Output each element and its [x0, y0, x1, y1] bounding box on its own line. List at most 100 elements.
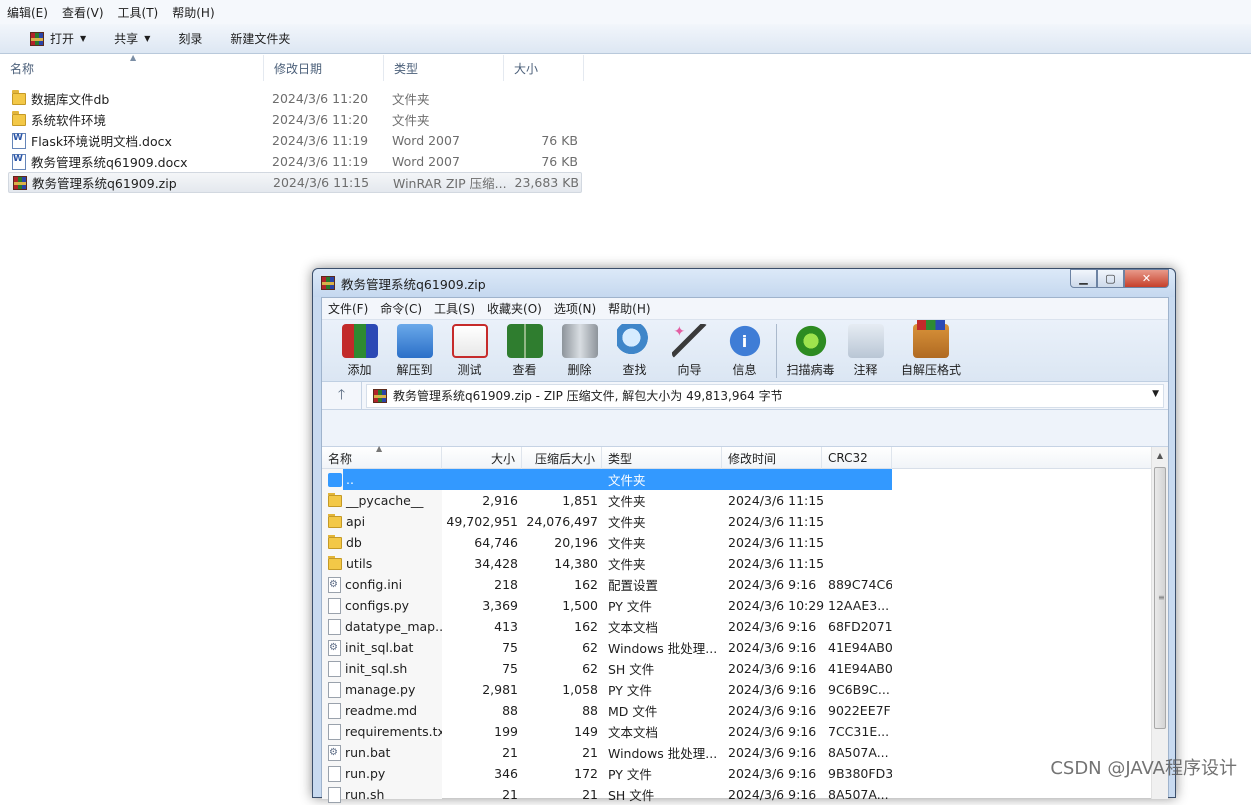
wizard-button[interactable]: 向导	[662, 320, 717, 378]
archive-row[interactable]: configs.py3,3691,500PY 文件2024/3/6 10:291…	[322, 595, 1168, 616]
column-header-size[interactable]: 大小	[442, 447, 522, 469]
entry-name: db	[346, 535, 362, 550]
path-text: 教务管理系统q61909.zip - ZIP 压缩文件, 解包大小为 49,81…	[393, 387, 783, 404]
menu-help[interactable]: 帮助(H)	[602, 300, 656, 317]
archive-row-selected[interactable]: ..文件夹	[322, 469, 1168, 490]
column-header-name[interactable]: 名称 ▲	[0, 55, 264, 81]
file-row[interactable]: 系统软件环境 2024/3/6 11:20 文件夹	[8, 109, 582, 130]
menu-edit[interactable]: 编辑(E)	[0, 4, 55, 21]
entry-packed-size: 1,500	[522, 598, 602, 613]
menu-tools[interactable]: 工具(T)	[111, 4, 166, 21]
view-button[interactable]: 查看	[497, 320, 552, 378]
file-date: 2024/3/6 11:19	[272, 154, 392, 169]
share-button[interactable]: 共享 ▼	[104, 27, 160, 51]
find-button[interactable]: 查找	[607, 320, 662, 378]
column-header-crc[interactable]: CRC32	[822, 447, 892, 469]
archive-row[interactable]: run.sh2121SH 文件2024/3/6 9:168A507A...	[322, 784, 1168, 805]
file-row[interactable]: 教务管理系统q61909.docx 2024/3/6 11:19 Word 20…	[8, 151, 582, 172]
file-icon	[328, 724, 341, 740]
archive-row[interactable]: init_sql.sh7562SH 文件2024/3/6 9:1641E94AB…	[322, 658, 1168, 679]
scrollbar-thumb[interactable]: ≡	[1154, 467, 1166, 729]
entry-crc: 41E94AB0	[822, 640, 892, 655]
archive-row[interactable]: db64,74620,196文件夹2024/3/6 11:15	[322, 532, 1168, 553]
menu-file[interactable]: 文件(F)	[322, 300, 374, 317]
column-header-size[interactable]: 大小	[504, 55, 584, 81]
archive-row[interactable]: init_sql.bat7562Windows 批处理...2024/3/6 9…	[322, 637, 1168, 658]
up-folder-icon	[328, 473, 342, 487]
info-label: 信息	[732, 361, 756, 378]
add-button[interactable]: 添加	[332, 320, 387, 378]
column-header-type-label: 类型	[394, 60, 418, 77]
column-header-size-label: 大小	[491, 450, 515, 467]
column-header-type[interactable]: 类型	[384, 55, 504, 81]
entry-type: Windows 批处理...	[602, 743, 722, 762]
entry-name: utils	[346, 556, 372, 571]
archive-row[interactable]: __pycache__2,9161,851文件夹2024/3/6 11:15	[322, 490, 1168, 511]
open-button[interactable]: 打开 ▼	[20, 27, 96, 51]
chevron-down-icon[interactable]: ▼	[1152, 389, 1159, 399]
delete-label: 删除	[567, 361, 591, 378]
new-folder-button[interactable]: 新建文件夹	[220, 27, 300, 51]
vertical-scrollbar[interactable]: ▲ ≡	[1151, 447, 1168, 799]
entry-modified: 2024/3/6 11:15	[722, 493, 822, 508]
file-row-selected[interactable]: 教务管理系统q61909.zip 2024/3/6 11:15 WinRAR Z…	[8, 172, 582, 193]
file-type: Word 2007	[392, 154, 512, 169]
archive-row[interactable]: requirements.txt199149文本文档2024/3/6 9:167…	[322, 721, 1168, 742]
word-doc-icon	[12, 133, 26, 149]
virus-scan-button[interactable]: 扫描病毒	[783, 320, 838, 378]
window-controls: ▁ ▢ ✕	[1070, 269, 1169, 288]
delete-button[interactable]: 删除	[552, 320, 607, 378]
archive-row[interactable]: manage.py2,9811,058PY 文件2024/3/6 9:169C6…	[322, 679, 1168, 700]
column-header-type[interactable]: 类型	[602, 447, 722, 469]
archive-row[interactable]: api49,702,95124,076,497文件夹2024/3/6 11:15	[322, 511, 1168, 532]
open-label: 打开	[50, 30, 74, 47]
entry-packed-size: 162	[522, 619, 602, 634]
info-button[interactable]: i信息	[717, 320, 772, 378]
entry-size: 64,746	[442, 535, 522, 550]
file-row[interactable]: Flask环境说明文档.docx 2024/3/6 11:19 Word 200…	[8, 130, 582, 151]
column-header-name[interactable]: 名称▲	[322, 447, 442, 469]
archive-row[interactable]: utils34,42814,380文件夹2024/3/6 11:15	[322, 553, 1168, 574]
path-bar: 🡑 教务管理系统q61909.zip - ZIP 压缩文件, 解包大小为 49,…	[322, 382, 1168, 410]
column-header-modified[interactable]: 修改日期	[264, 55, 384, 81]
extract-to-button[interactable]: 解压到	[387, 320, 442, 378]
sfx-label: 自解压格式	[901, 361, 961, 378]
entry-type: 文件夹	[602, 470, 722, 489]
path-combobox[interactable]: 教务管理系统q61909.zip - ZIP 压缩文件, 解包大小为 49,81…	[366, 384, 1164, 408]
menu-options[interactable]: 选项(N)	[548, 300, 602, 317]
close-button[interactable]: ✕	[1124, 269, 1169, 288]
comment-button[interactable]: 注释	[838, 320, 893, 378]
column-header-modified[interactable]: 修改时间	[722, 447, 822, 469]
archive-row[interactable]: run.py346172PY 文件2024/3/6 9:169B380FD3	[322, 763, 1168, 784]
menu-help[interactable]: 帮助(H)	[165, 4, 221, 21]
column-header-packed[interactable]: 压缩后大小	[522, 447, 602, 469]
up-one-level-button[interactable]: 🡑	[322, 382, 362, 410]
minimize-button[interactable]: ▁	[1070, 269, 1097, 288]
entry-name: init_sql.bat	[345, 640, 413, 655]
explorer-toolbar: 打开 ▼ 共享 ▼ 刻录 新建文件夹	[0, 24, 1251, 54]
settings-file-icon	[328, 577, 341, 593]
entry-crc: 9C6B9C...	[822, 682, 892, 697]
file-icon	[328, 598, 341, 614]
entry-packed-size: 172	[522, 766, 602, 781]
archive-row[interactable]: datatype_map....413162文本文档2024/3/6 9:166…	[322, 616, 1168, 637]
menu-commands[interactable]: 命令(C)	[374, 300, 428, 317]
test-button[interactable]: 测试	[442, 320, 497, 378]
archive-row[interactable]: readme.md8888MD 文件2024/3/6 9:169022EE7F	[322, 700, 1168, 721]
archive-row[interactable]: run.bat2121Windows 批处理...2024/3/6 9:168A…	[322, 742, 1168, 763]
file-row[interactable]: 数据库文件db 2024/3/6 11:20 文件夹	[8, 88, 582, 109]
menu-favorites[interactable]: 收藏夹(O)	[481, 300, 548, 317]
maximize-button[interactable]: ▢	[1097, 269, 1124, 288]
entry-crc: 12AAE3...	[822, 598, 892, 613]
winrar-menubar: 文件(F) 命令(C) 工具(S) 收藏夹(O) 选项(N) 帮助(H)	[322, 298, 1168, 320]
archive-row[interactable]: config.ini218162配置设置2024/3/6 9:16889C74C…	[322, 574, 1168, 595]
settings-file-icon	[328, 745, 341, 761]
sfx-button[interactable]: 自解压格式	[893, 320, 969, 378]
menu-tools[interactable]: 工具(S)	[428, 300, 481, 317]
wizard-icon	[672, 324, 708, 358]
archive-rows: ..文件夹__pycache__2,9161,851文件夹2024/3/6 11…	[322, 469, 1168, 805]
scroll-up-icon[interactable]: ▲	[1152, 447, 1168, 464]
winrar-titlebar[interactable]: 教务管理系统q61909.zip ▁ ▢ ✕	[313, 269, 1175, 297]
burn-button[interactable]: 刻录	[168, 27, 212, 51]
menu-view[interactable]: 查看(V)	[55, 4, 111, 21]
